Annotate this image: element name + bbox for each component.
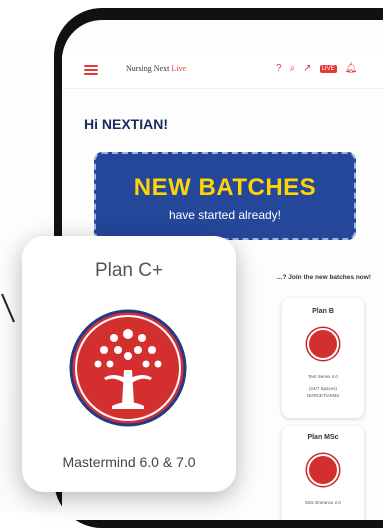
banner-title: NEW BATCHES <box>133 174 317 201</box>
bell-icon[interactable]: 🔔︎ <box>345 62 358 76</box>
join-batches-text[interactable]: …? Join the new batches now! <box>276 274 371 281</box>
top-bar: Nursing Next Live ? ⌕ ↗ LIVE 🔔︎ <box>62 54 383 89</box>
menu-icon[interactable] <box>84 65 98 75</box>
share-icon[interactable]: ↗ <box>303 62 311 76</box>
topbar-icons: ? ⌕ ↗ LIVE 🔔︎ <box>276 62 357 76</box>
card-title: Plan B <box>312 308 334 315</box>
plan-b-logo-icon <box>307 328 339 360</box>
brand-prefix: Nursing Next <box>126 64 172 73</box>
pointer-mark-icon <box>1 293 15 323</box>
app-brand: Nursing Next Live <box>126 64 186 73</box>
card-subtitle: MSc Entrance 2.0 <box>305 500 341 505</box>
plan-msc-logo-icon <box>307 454 339 486</box>
card-title: Plan MSc <box>307 434 339 441</box>
live-badge-icon[interactable]: LIVE <box>319 65 337 73</box>
featured-plan-card[interactable]: Plan C+ Mastermind 6.0 & 7.0 <box>22 236 236 492</box>
search-icon[interactable]: ⌕ <box>290 62 296 76</box>
card-subtitle: NORCET/AIIMS <box>306 393 340 398</box>
card-subtitle: (24/7 Spaces) <box>308 386 337 391</box>
banner-subtitle: have started already! <box>168 208 282 222</box>
plan-msc-card[interactable]: Plan MSc MSc Entrance 2.0 <box>282 426 364 520</box>
plan-b-card[interactable]: Plan B Test Series 4.0 (24/7 Spaces) NOR… <box>282 298 364 418</box>
greeting-heading: Hi NEXTIAN! <box>84 116 168 132</box>
brand-suffix: Live <box>171 64 186 73</box>
help-icon[interactable]: ? <box>276 62 282 76</box>
new-batches-banner[interactable]: NEW BATCHES have started already! <box>94 152 356 240</box>
family-tree-logo-icon <box>69 309 187 427</box>
plan-title: Plan C+ <box>94 260 164 281</box>
card-subtitle: Test Series 4.0 <box>308 374 338 379</box>
plan-footer: Mastermind 6.0 & 7.0 <box>62 454 196 470</box>
